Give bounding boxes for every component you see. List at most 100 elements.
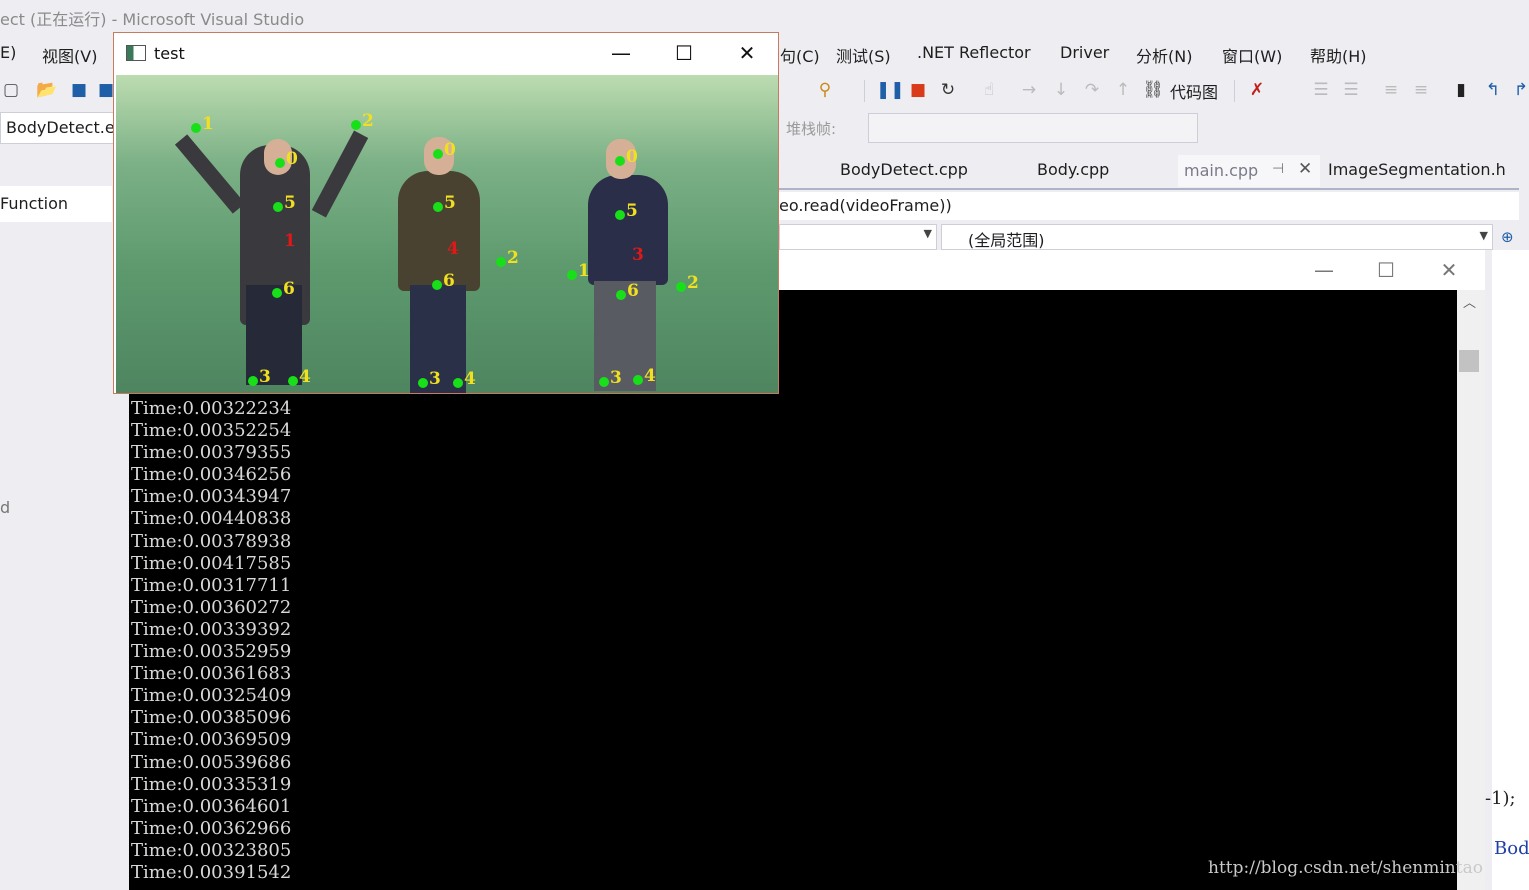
keypoint-label: 2 [687, 273, 699, 293]
next-bookmark-icon[interactable]: ↱ [1510, 78, 1529, 102]
keypoint-dot [418, 378, 428, 388]
keypoint-label: 1 [284, 231, 296, 251]
person-legs [246, 285, 302, 385]
keypoint-dot [288, 376, 298, 386]
keypoint-label: 3 [610, 368, 622, 388]
watermark: http://blog.csdn.net/shenmintao [1208, 858, 1483, 878]
uncomment-icon[interactable]: ≡ [1410, 78, 1432, 102]
scrollbar-thumb[interactable] [1459, 350, 1479, 372]
pause-icon[interactable]: ❚❚ [876, 78, 905, 102]
scope-combo[interactable]: (全局范围) ▼ [941, 224, 1493, 250]
menu-item-test[interactable]: 测试(S) [836, 43, 891, 67]
tab-main-cpp-label: main.cpp [1184, 161, 1259, 180]
step-into-icon[interactable]: ↓ [1050, 78, 1072, 102]
breakpoint-icon[interactable]: ✗ [1246, 78, 1268, 102]
maximize-icon[interactable]: ☐ [667, 38, 701, 68]
split-editor-icon[interactable]: ⊕ [1501, 228, 1514, 246]
console-line: Time:0.00378938 [131, 530, 292, 552]
console-line: Time:0.00343947 [131, 486, 292, 508]
tab-imagesegmentation-h[interactable]: ImageSegmentation.h [1328, 160, 1506, 179]
keypoint-dot [615, 156, 625, 166]
minimize-icon[interactable]: — [1307, 255, 1341, 285]
person-arm [311, 130, 369, 218]
menu-item-build[interactable]: 句(C) [780, 43, 820, 67]
step-over-icon[interactable]: ↷ [1081, 78, 1103, 102]
scroll-up-icon[interactable]: ︿ [1463, 292, 1476, 311]
keypoint-label: 6 [283, 279, 295, 299]
code-line-area[interactable]: eo.read(videoFrame)) [779, 192, 1519, 220]
video-frame: 1 2 0 5 1 6 3 4 0 5 4 2 6 3 4 0 5 3 1 2 6 3 4 [116, 75, 778, 393]
keypoint-label: 2 [507, 248, 519, 268]
console-line: Time:0.00539686 [131, 751, 292, 773]
minimize-icon[interactable]: — [604, 38, 638, 68]
keypoint-label: 1 [578, 261, 590, 281]
menu-item-view[interactable]: 视图(V) [42, 43, 97, 67]
menu-item-driver[interactable]: Driver [1060, 43, 1109, 62]
toolbar-separator [864, 80, 865, 102]
console-line: Time:0.00385096 [131, 707, 292, 729]
close-icon[interactable]: ✕ [730, 38, 764, 68]
close-icon[interactable]: ✕ [1432, 255, 1466, 285]
code-fragment-line: -1); [1485, 788, 1516, 809]
console-line: Time:0.00440838 [131, 508, 292, 530]
function-row[interactable]: Function [0, 186, 112, 222]
open-folder-icon[interactable]: 📂 [36, 78, 58, 102]
keypoint-label: 5 [444, 193, 456, 213]
maximize-icon[interactable]: ☐ [1369, 255, 1403, 285]
new-file-icon[interactable]: ▢ [0, 78, 22, 102]
keypoint-dot [453, 378, 463, 388]
console-line: Time:0.00417585 [131, 552, 292, 574]
tab-body-cpp[interactable]: Body.cpp [1037, 160, 1109, 179]
keypoint-label: 5 [284, 193, 296, 213]
project-combo[interactable]: BodyDetect.e [0, 112, 115, 144]
tab-main-cpp[interactable]: main.cpp ⊣ ✕ [1178, 155, 1320, 187]
find-icon[interactable]: ⚲ [814, 78, 836, 102]
keypoint-label: 3 [632, 245, 644, 265]
class-combo[interactable]: ▼ [779, 224, 937, 250]
code-map-icon[interactable]: ⛓ [1142, 78, 1164, 102]
keypoint-dot [599, 377, 609, 387]
left-panel-fragment: d [0, 498, 11, 517]
close-tab-icon[interactable]: ✕ [1298, 159, 1312, 179]
menu-item-edit[interactable]: E) [0, 43, 16, 62]
keypoint-dot [676, 282, 686, 292]
keypoint-label: 4 [464, 369, 476, 389]
step-over-arrow-icon[interactable]: → [1018, 78, 1040, 102]
previous-bookmark-icon[interactable]: ↰ [1482, 78, 1504, 102]
indent-icon[interactable]: ☰ [1310, 78, 1332, 102]
restart-icon[interactable]: ↻ [937, 78, 959, 102]
menu-item-window[interactable]: 窗口(W) [1222, 43, 1282, 67]
keypoint-label: 6 [627, 281, 639, 301]
test-window-titlebar[interactable]: test — ☐ ✕ [114, 33, 778, 75]
menu-item-net-reflector[interactable]: .NET Reflector [917, 43, 1031, 62]
keypoint-dot [496, 257, 506, 267]
save-icon[interactable]: ■ [68, 78, 90, 102]
menu-item-analyze[interactable]: 分析(N) [1136, 43, 1192, 67]
keypoint-label: 2 [362, 111, 374, 131]
keypoint-label: 1 [202, 114, 214, 134]
keypoint-dot [248, 376, 258, 386]
keypoint-dot [433, 149, 443, 159]
tab-bodydetect-cpp[interactable]: BodyDetect.cpp [840, 160, 968, 179]
console-line: Time:0.00369509 [131, 729, 292, 751]
keypoint-label: 0 [626, 147, 638, 167]
console-line-list: Time:0.00322234 Time:0.00352254 Time:0.003… [131, 398, 291, 884]
keypoint-label: 0 [444, 140, 456, 160]
app-icon [126, 45, 146, 61]
step-out-icon[interactable]: ↑ [1112, 78, 1134, 102]
code-map-button[interactable]: 代码图 [1170, 79, 1218, 103]
code-fragment-bod: Bod [1494, 838, 1529, 859]
outdent-icon[interactable]: ☰ [1340, 78, 1362, 102]
stop-icon[interactable]: ■ [907, 78, 929, 102]
console-scrollbar[interactable]: ︿ [1457, 290, 1485, 890]
show-next-statement-icon[interactable]: ☝ [978, 78, 1000, 102]
pin-icon[interactable]: ⊣ [1272, 161, 1284, 177]
project-combo-value: BodyDetect.e [6, 118, 115, 137]
menu-item-help[interactable]: 帮助(H) [1310, 43, 1367, 67]
stack-frame-combo[interactable] [868, 113, 1198, 143]
comment-icon[interactable]: ≡ [1380, 78, 1402, 102]
console-line: Time:0.00361683 [131, 663, 292, 685]
keypoint-dot [275, 158, 285, 168]
bookmark-icon[interactable]: ▮ [1450, 78, 1472, 102]
keypoint-dot [633, 375, 643, 385]
